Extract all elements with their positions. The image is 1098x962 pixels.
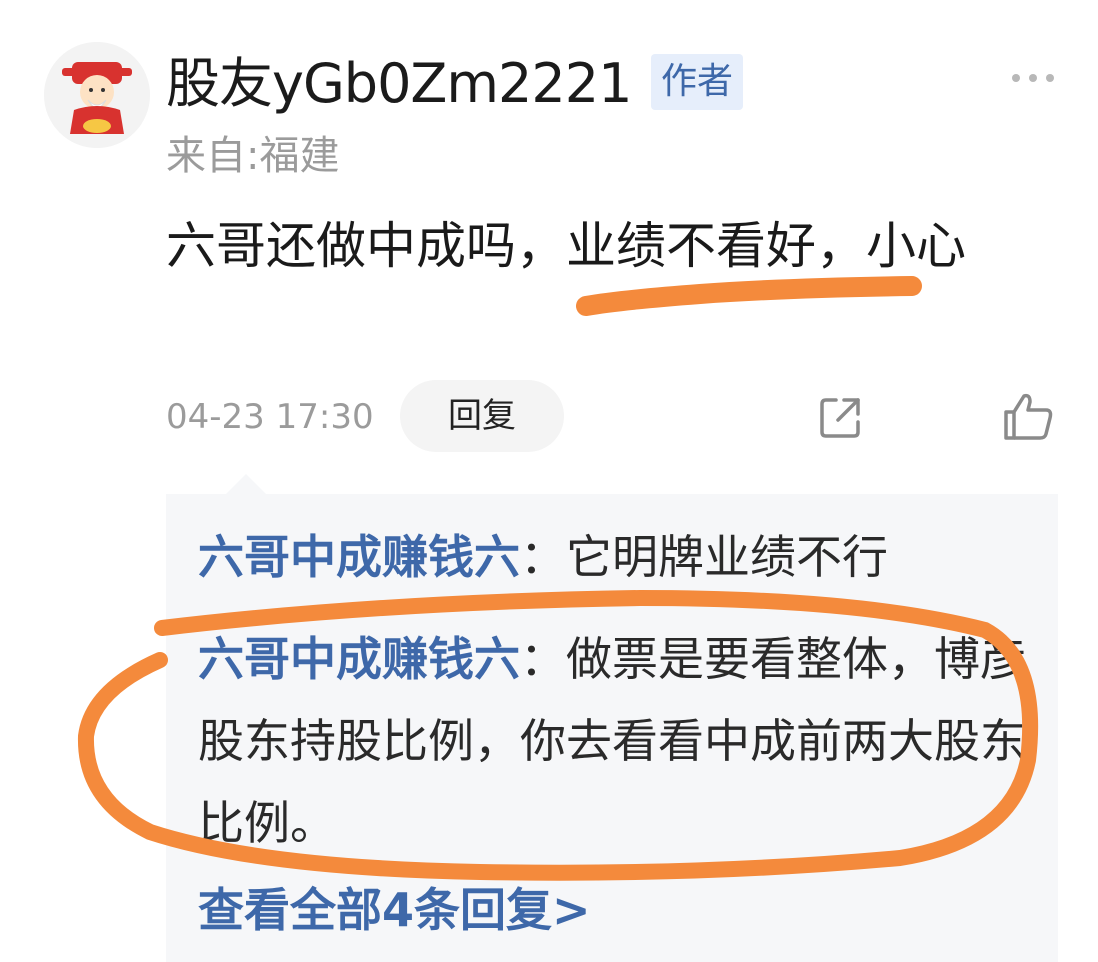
location-label: 来自:福建: [166, 133, 340, 179]
reply-text: 它明牌业绩不行: [566, 530, 888, 584]
view-all-replies-link[interactable]: 查看全部4条回复>: [198, 878, 591, 942]
reply-author[interactable]: 六哥中成赚钱六: [198, 530, 520, 584]
more-icon[interactable]: [1008, 68, 1058, 88]
reply-box-caret: [224, 474, 268, 496]
avatar-image: [44, 42, 150, 148]
reply-item[interactable]: 六哥中成赚钱六：它明牌业绩不行: [198, 516, 1028, 598]
like-icon[interactable]: [1002, 392, 1054, 442]
reply-separator: ：: [520, 530, 566, 584]
reply-separator: ：: [520, 632, 566, 686]
reply-button[interactable]: 回复: [400, 380, 564, 452]
comment-timestamp: 04-23 17:30: [166, 397, 374, 437]
username[interactable]: 股友yGb0Zm2221: [166, 44, 632, 124]
avatar[interactable]: [44, 42, 150, 148]
share-icon[interactable]: [816, 394, 864, 442]
reply-author[interactable]: 六哥中成赚钱六: [198, 632, 520, 686]
comment-text-highlight: 业绩不看好: [566, 217, 816, 275]
comment-text-before: 六哥还做中成吗，: [166, 217, 566, 275]
author-badge: 作者: [651, 54, 743, 110]
reply-item[interactable]: 六哥中成赚钱六：做票是要看整体，博彦股东持股比例，你去看看中成前两大股东比例。: [198, 618, 1028, 864]
underline-annotation: [576, 276, 922, 316]
comment-text: 六哥还做中成吗，业绩不看好，小心: [166, 204, 1046, 288]
comment-text-after: ，小心: [816, 217, 966, 275]
